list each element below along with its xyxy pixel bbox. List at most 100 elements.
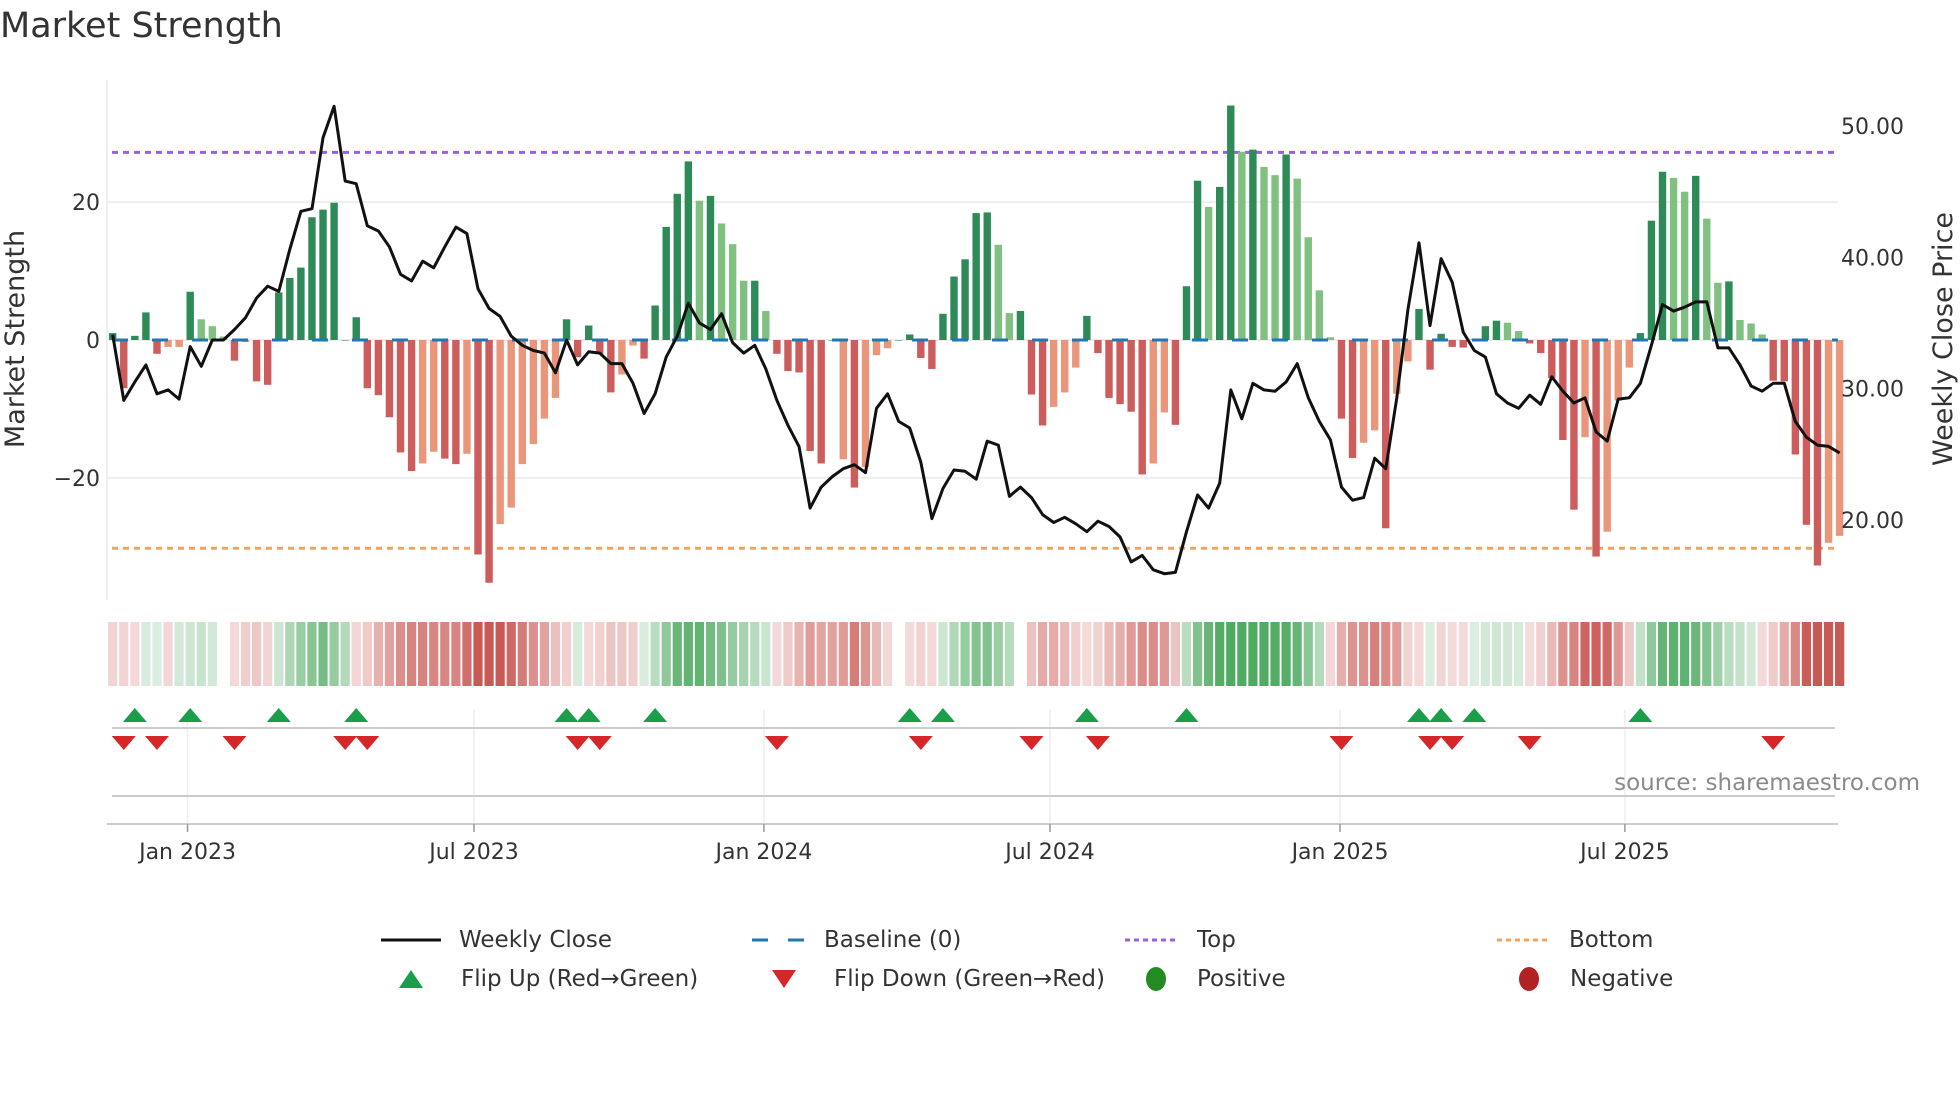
- heat-cell: [141, 622, 151, 686]
- heat-cell: [1735, 622, 1745, 686]
- strength-bar: [1791, 340, 1800, 455]
- heat-cell: [1835, 622, 1845, 686]
- strength-bar: [806, 340, 814, 452]
- strength-bar: [1005, 313, 1014, 340]
- heat-cell: [163, 622, 173, 686]
- strength-bar: [950, 276, 958, 340]
- strength-bar: [230, 340, 239, 361]
- strength-bar: [1116, 340, 1124, 405]
- strength-bar: [197, 319, 205, 340]
- heat-cell: [639, 622, 649, 686]
- heat-cell: [395, 622, 406, 686]
- heat-cell: [1746, 622, 1756, 686]
- strength-bar: [1625, 340, 1633, 368]
- heat-cell: [373, 622, 383, 686]
- y-axis-label: Market Strength: [0, 230, 31, 448]
- flip-up-marker: [930, 708, 955, 722]
- strength-bar: [1359, 340, 1368, 443]
- strength-bar: [972, 213, 980, 340]
- heat-cell: [1447, 622, 1457, 686]
- heat-cell: [1591, 622, 1601, 686]
- strength-bar: [352, 317, 360, 340]
- heat-cell: [1115, 622, 1125, 686]
- strength-bar: [651, 305, 659, 340]
- strength-bar: [1293, 178, 1301, 340]
- strength-bar: [396, 340, 405, 453]
- y2-tick-label: 20.00: [1841, 509, 1904, 534]
- strength-bar: [374, 340, 383, 396]
- strength-bar: [1459, 340, 1467, 348]
- dashed-line-swatch-icon: [752, 938, 806, 942]
- strength-bar: [153, 340, 161, 354]
- strength-bar: [1138, 340, 1146, 475]
- heat-cell: [993, 622, 1003, 686]
- legend-baseline: Baseline (0): [752, 925, 961, 955]
- heat-cell: [296, 622, 306, 686]
- x-tick-label: Jul 2025: [1578, 840, 1670, 865]
- strength-bar: [1083, 315, 1091, 340]
- strength-bar: [1404, 340, 1412, 362]
- flip-down-marker: [144, 736, 169, 750]
- heat-cell: [1370, 622, 1380, 686]
- heat-cell: [185, 622, 195, 686]
- strength-bar: [1503, 322, 1512, 340]
- flip-down-marker: [1019, 736, 1044, 750]
- heat-cell: [1148, 622, 1158, 686]
- strength-bar: [1249, 149, 1257, 340]
- strength-bar: [275, 292, 283, 340]
- strength-bar: [1127, 340, 1135, 412]
- heat-cell: [827, 622, 837, 686]
- heat-cell: [1292, 622, 1302, 686]
- heat-cell: [1580, 622, 1590, 686]
- strength-bar: [1238, 151, 1246, 340]
- strength-bar: [1182, 286, 1191, 340]
- strength-bar: [894, 340, 903, 341]
- flip-down-marker: [587, 736, 612, 750]
- strength-bar: [1016, 311, 1025, 340]
- strength-bar: [286, 277, 294, 340]
- flip-up-marker: [643, 708, 668, 722]
- heat-cell: [1093, 622, 1103, 686]
- y-tick-label: 20: [72, 191, 100, 216]
- heat-cell: [1558, 622, 1568, 686]
- strength-bar: [1315, 290, 1324, 340]
- heat-cell: [1812, 622, 1823, 686]
- strength-bar: [1813, 340, 1822, 566]
- heat-cell: [130, 622, 140, 686]
- strength-bar: [1426, 340, 1434, 370]
- flip-down-marker: [111, 736, 136, 750]
- heat-cell: [274, 622, 284, 686]
- y2-tick-label: 50.00: [1841, 115, 1904, 140]
- heat-cell: [1425, 622, 1435, 686]
- heat-cell: [772, 622, 782, 686]
- heat-cell: [1347, 622, 1358, 686]
- x-tick-label: Jan 2025: [1290, 840, 1389, 865]
- heat-cell: [573, 622, 583, 686]
- heat-cell: [694, 622, 705, 686]
- heat-cell: [329, 622, 339, 686]
- heat-cell: [1801, 622, 1812, 686]
- flip-down-marker: [1517, 736, 1542, 750]
- strength-bar: [1492, 320, 1501, 340]
- y2-axis-label: Weekly Close Price: [1928, 212, 1959, 466]
- heat-cell: [219, 622, 228, 686]
- legend-flip-up: Flip Up (Red→Green): [397, 964, 698, 994]
- strength-bar: [1448, 340, 1456, 347]
- heat-cell: [1060, 622, 1070, 686]
- heat-strip: [108, 622, 1845, 686]
- heat-cell: [728, 622, 738, 686]
- heat-cell: [595, 622, 605, 686]
- strength-bar: [186, 291, 194, 340]
- strength-bar: [1049, 340, 1058, 407]
- strength-bar: [872, 340, 881, 356]
- heat-cell: [440, 622, 450, 686]
- heat-cell: [1037, 622, 1048, 686]
- strength-bar: [529, 340, 538, 445]
- x-tick-label: Jan 2023: [137, 840, 236, 865]
- heat-cell: [905, 622, 915, 686]
- heat-cell: [1226, 622, 1236, 686]
- heat-cell: [1137, 622, 1147, 686]
- strength-bar: [861, 340, 870, 467]
- circle-green-icon: [1146, 967, 1166, 991]
- legend-label: Bottom: [1569, 927, 1654, 953]
